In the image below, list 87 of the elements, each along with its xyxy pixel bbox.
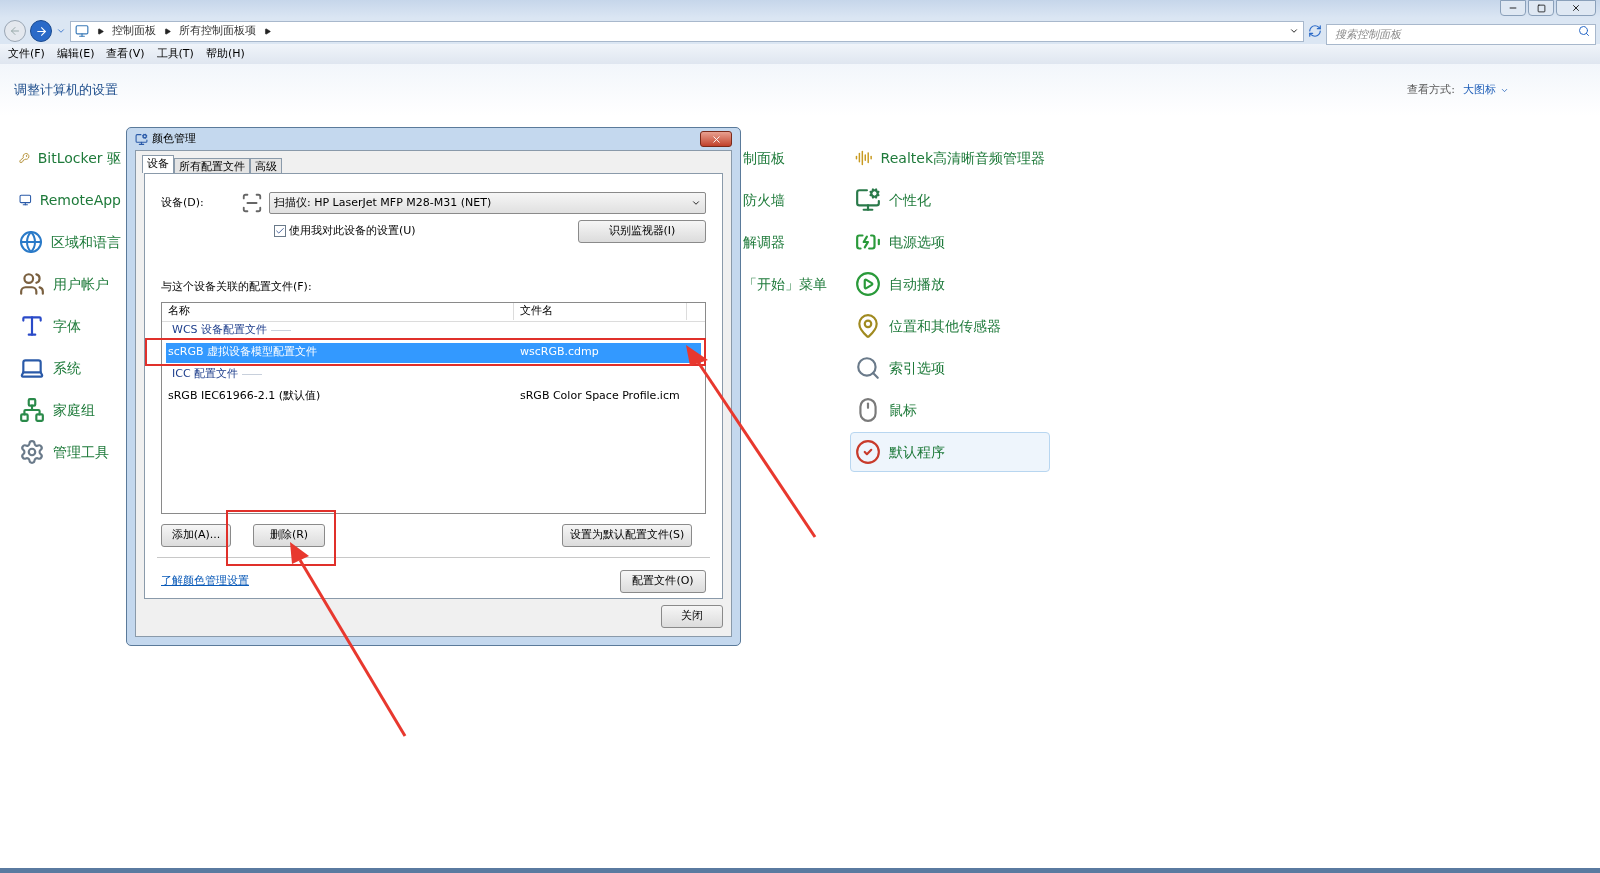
close-dialog-button[interactable]: 关闭 xyxy=(661,605,723,628)
menu-item[interactable]: 文件(F) xyxy=(8,45,45,63)
profiles-button[interactable]: 配置文件(O) xyxy=(620,569,706,593)
breadcrumb-arrow-icon[interactable] xyxy=(164,27,171,35)
control-panel-item[interactable]: 字体 xyxy=(14,306,126,346)
control-panel-item[interactable]: 电源选项 xyxy=(850,222,1050,262)
dropdown-caret-icon[interactable] xyxy=(1289,26,1299,36)
network-icon xyxy=(19,397,45,423)
magnifier-icon xyxy=(855,355,881,381)
dialog-tab[interactable]: 设备 xyxy=(142,155,174,173)
control-panel-item[interactable]: Realtek高清晰音频管理器 xyxy=(850,138,1050,178)
breadcrumb-arrow-icon[interactable] xyxy=(264,27,271,35)
address-field[interactable]: 控制面板 所有控制面板项 xyxy=(70,20,1304,42)
control-panel-item[interactable]: 防火墙 xyxy=(738,180,848,220)
control-panel-item[interactable]: RemoteApp xyxy=(14,180,126,220)
globe-icon xyxy=(19,229,43,255)
dialog-close-button[interactable] xyxy=(700,131,732,147)
view-label: 查看方式: xyxy=(1407,81,1455,98)
search-field[interactable]: 搜索控制面板 xyxy=(1326,23,1596,45)
control-panel-item[interactable]: 索引选项 xyxy=(850,348,1050,388)
control-panel-item[interactable]: 家庭组 xyxy=(14,390,126,430)
dialog-tab[interactable]: 所有配置文件 xyxy=(174,158,250,173)
dialog-icon xyxy=(135,132,148,146)
breadcrumb-item[interactable]: 所有控制面板项 xyxy=(179,22,256,40)
help-link[interactable]: 了解颜色管理设置 xyxy=(161,572,249,590)
breadcrumb-arrow-icon[interactable] xyxy=(97,27,104,35)
set-default-button[interactable]: 设置为默认配置文件(S) xyxy=(562,523,692,547)
control-panel-item[interactable]: 解调器 xyxy=(738,222,848,262)
control-panel-item[interactable]: 「开始」菜单 xyxy=(738,264,848,304)
group-header: ICC 配置文件 xyxy=(172,366,239,383)
control-panel-item[interactable]: 用户帐户 xyxy=(14,264,126,304)
control-panel-item[interactable]: 位置和其他传感器 xyxy=(850,306,1050,346)
control-panel-item[interactable]: 系统 xyxy=(14,348,126,388)
control-panel-item[interactable]: 个性化 xyxy=(850,180,1050,220)
close-icon xyxy=(1571,3,1581,13)
control-panel-item[interactable]: 制面板 xyxy=(738,138,848,178)
letter-icon xyxy=(19,313,45,339)
restore-button[interactable] xyxy=(1528,0,1554,16)
profile-file: wscRGB.cdmp xyxy=(519,344,600,361)
restore-icon xyxy=(1536,3,1546,13)
checkbox-label: 使用我对此设备的设置(U) xyxy=(289,222,416,239)
identify-monitors-button[interactable]: 识别监视器(I) xyxy=(578,219,706,243)
control-panel-item[interactable]: 自动播放 xyxy=(850,264,1050,304)
check-circle-icon xyxy=(855,439,881,465)
caret-icon xyxy=(691,198,701,208)
column-header[interactable]: 名称 xyxy=(162,303,514,320)
profiles-label: 与这个设备关联的配置文件(F): xyxy=(161,279,313,295)
profile-name: sRGB IEC61966-2.1 (默认值) xyxy=(167,388,322,405)
checkbox[interactable] xyxy=(274,225,286,237)
back-arrow-icon xyxy=(9,25,21,37)
control-panel-item[interactable]: 区域和语言 xyxy=(14,222,126,262)
breadcrumb-item[interactable]: 控制面板 xyxy=(112,22,156,40)
dialog-tab[interactable]: 高级 xyxy=(250,158,282,173)
forward-arrow-icon xyxy=(34,24,48,38)
group-header: WCS 设备配置文件 xyxy=(172,322,268,339)
page-heading: 调整计算机的设置 xyxy=(14,81,118,100)
play-icon xyxy=(855,271,881,297)
profile-file: sRGB Color Space Profile.icm xyxy=(519,388,681,405)
caret-icon[interactable] xyxy=(56,26,66,36)
scanner-icon xyxy=(241,192,263,214)
menu-item[interactable]: 编辑(E) xyxy=(56,45,95,63)
control-panel-item[interactable]: 鼠标 xyxy=(850,390,1050,430)
gear-icon xyxy=(19,439,45,465)
menu-item[interactable]: 工具(T) xyxy=(156,45,194,63)
view-mode-link[interactable]: 大图标 xyxy=(1463,81,1496,99)
control-panel-item[interactable]: 管理工具 xyxy=(14,432,126,472)
minimize-button[interactable] xyxy=(1500,0,1526,16)
users-icon xyxy=(19,271,45,297)
menu-item[interactable]: 查看(V) xyxy=(106,45,145,63)
close-icon xyxy=(710,133,722,145)
dialog-title: 颜色管理 xyxy=(152,130,196,147)
search-icon xyxy=(1578,24,1590,37)
control-panel-item[interactable]: BitLocker 驱 xyxy=(14,138,126,178)
control-panel-item[interactable]: 默认程序 xyxy=(850,432,1050,472)
map-pin-icon xyxy=(855,313,881,339)
computer-icon xyxy=(75,24,89,38)
forward-button[interactable] xyxy=(30,20,52,42)
profile-name: scRGB 虚拟设备模型配置文件 xyxy=(167,344,318,361)
menu-item[interactable]: 帮助(H) xyxy=(205,45,245,63)
add-button[interactable]: 添加(A)... xyxy=(161,523,231,547)
device-dropdown[interactable]: 扫描仪: HP LaserJet MFP M28-M31 (NET) xyxy=(269,192,706,214)
column-header[interactable]: 文件名 xyxy=(514,303,687,320)
remove-button[interactable]: 删除(R) xyxy=(253,523,325,547)
refresh-icon[interactable] xyxy=(1308,24,1322,38)
profile-row[interactable]: sRGB IEC61966-2.1 (默认值) sRGB Color Space Profile.icm xyxy=(166,386,701,407)
monitor-icon xyxy=(855,187,881,213)
device-label: 设备(D): xyxy=(161,194,205,211)
